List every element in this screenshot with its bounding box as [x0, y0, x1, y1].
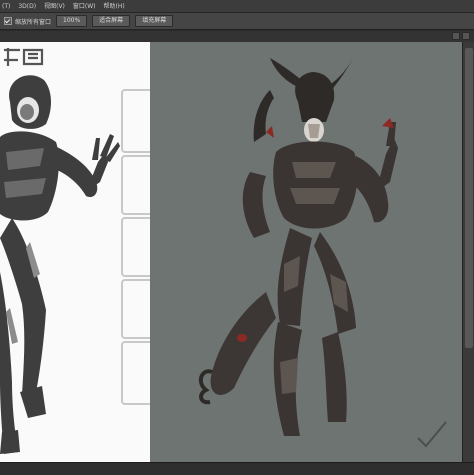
close-icon[interactable]	[462, 32, 470, 40]
actual-pixels-button[interactable]: 100%	[56, 15, 88, 27]
menu-item-3d[interactable]: 3D(D)	[18, 0, 36, 13]
fit-screen-button[interactable]: 适合屏幕	[92, 15, 131, 27]
zoom-all-windows-checkbox[interactable]	[4, 17, 12, 25]
zoom-all-windows-option[interactable]: 缩放所有窗口	[4, 17, 51, 26]
menu-item-window[interactable]: 窗口(W)	[73, 0, 96, 13]
menu-item-view[interactable]: 视图(V)	[44, 0, 65, 13]
window-controls	[452, 32, 470, 40]
sketch-character-grayscale	[0, 75, 120, 454]
status-bar	[0, 462, 474, 475]
sketch-panel	[0, 42, 150, 462]
minimize-icon[interactable]	[452, 32, 460, 40]
menu-item-type[interactable]: (T)	[2, 0, 10, 13]
color-panel	[150, 42, 462, 462]
options-bar: 缩放所有窗口 100% 适合屏幕 填充屏幕	[0, 13, 474, 30]
menu-bar: (T) 3D(D) 视图(V) 窗口(W) 帮助(H)	[0, 0, 474, 13]
document-canvas[interactable]	[0, 42, 462, 462]
color-character-armored	[198, 56, 447, 448]
scroll-thumb[interactable]	[465, 48, 473, 348]
menu-item-help[interactable]: 帮助(H)	[104, 0, 125, 13]
fill-screen-button[interactable]: 填充屏幕	[135, 15, 174, 27]
zoom-all-windows-label: 缩放所有窗口	[15, 18, 52, 26]
vertical-scrollbar[interactable]	[462, 42, 474, 462]
